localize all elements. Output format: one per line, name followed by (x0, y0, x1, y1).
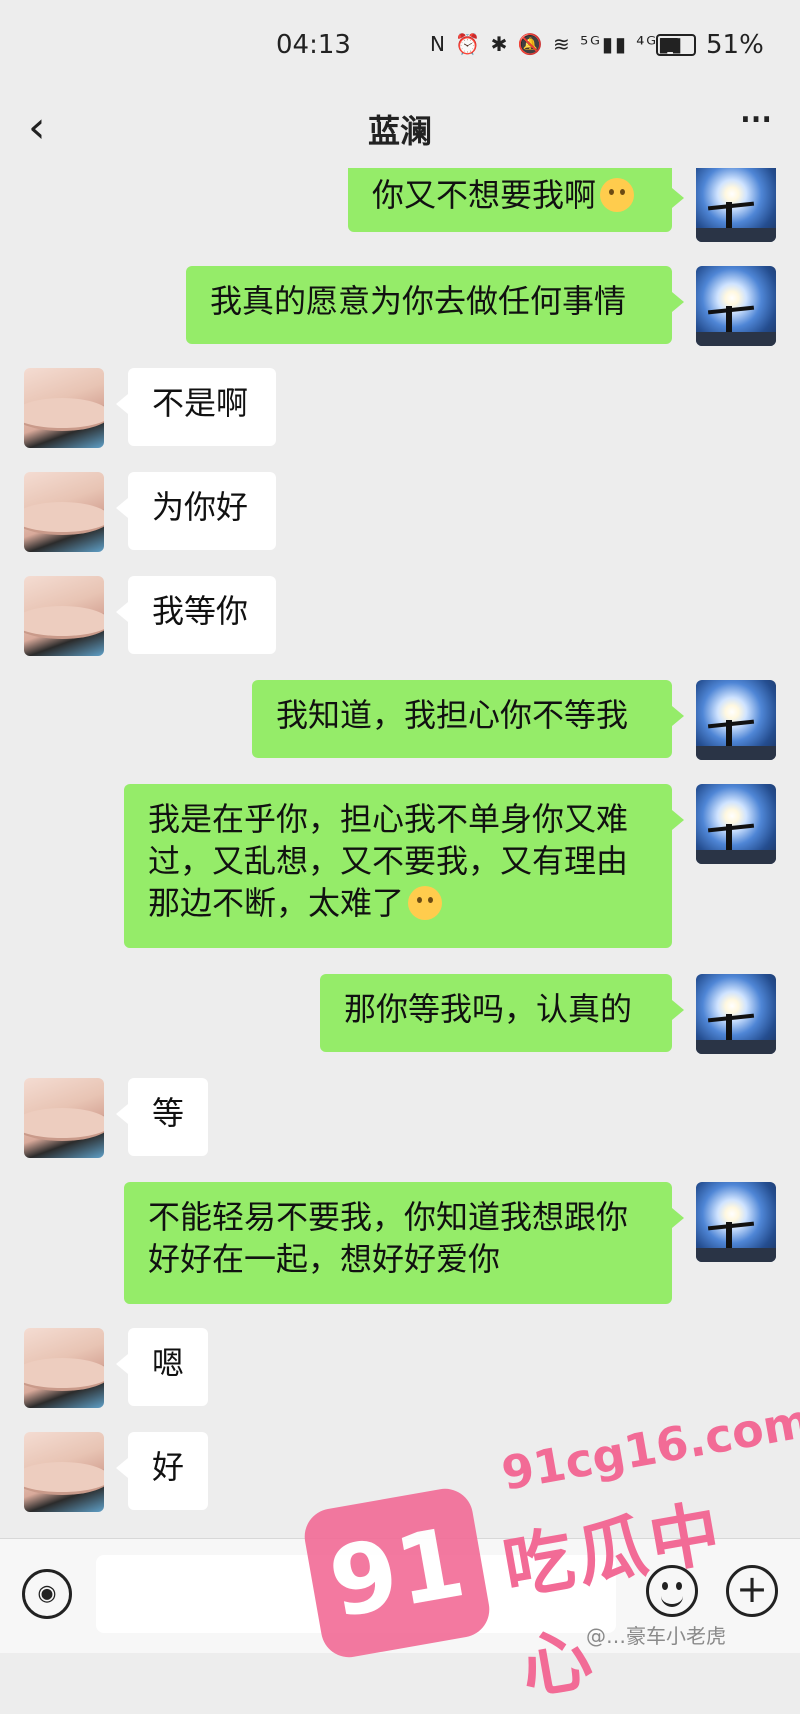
message-row: 为你好 (0, 472, 800, 562)
emoji-icon (408, 886, 443, 920)
message-bubble[interactable]: 不能轻易不要我，你知道我想跟你好好在一起，想好好爱你 (124, 1182, 672, 1304)
message-bubble[interactable]: 我真的愿意为你去做任何事情 (186, 266, 672, 344)
status-time: 04:13 (276, 30, 351, 60)
message-row: 我真的愿意为你去做任何事情 (0, 266, 800, 356)
avatar[interactable] (696, 680, 776, 760)
message-row: 你又不想要我啊 (0, 168, 800, 258)
avatar[interactable] (696, 1182, 776, 1262)
message-bubble[interactable]: 我知道，我担心你不等我 (252, 680, 672, 758)
emoji-icon (600, 178, 635, 212)
message-bubble[interactable]: 我等你 (128, 576, 276, 654)
message-bubble[interactable]: 等 (128, 1078, 208, 1156)
message-bubble[interactable]: 你又不想要我啊 (348, 168, 672, 232)
battery-percent: 51% (706, 30, 764, 60)
message-row: 等 (0, 1078, 800, 1168)
avatar[interactable] (696, 168, 776, 242)
more-ellipsis-icon[interactable]: ··· (738, 92, 774, 146)
message-list[interactable]: 你又不想要我啊 我真的愿意为你去做任何事情 不是啊 为你好 我等你 我知道，我担… (0, 168, 800, 1538)
message-row: 嗯 (0, 1328, 800, 1418)
avatar[interactable] (696, 974, 776, 1054)
message-row: 我知道，我担心你不等我 (0, 680, 800, 770)
status-bar: 04:13 N ⏰ ✱ 🔕 ≋ ⁵ᴳ▮▮ ⁴ᴳ▮▮ 51% (0, 0, 800, 90)
message-row: 我等你 (0, 576, 800, 666)
chat-title: 蓝澜 (367, 112, 432, 150)
avatar[interactable] (696, 266, 776, 346)
message-bubble[interactable]: 好 (128, 1432, 208, 1510)
voice-icon[interactable]: ◉ (22, 1569, 72, 1619)
message-bubble[interactable]: 不是啊 (128, 368, 276, 446)
message-row: 那你等我吗，认真的 (0, 974, 800, 1064)
message-bubble[interactable]: 嗯 (128, 1328, 208, 1406)
avatar[interactable] (24, 368, 104, 448)
battery-icon (656, 34, 696, 56)
watermark-credit: @…豪车小老虎 (586, 1624, 726, 1648)
avatar[interactable] (24, 472, 104, 552)
avatar[interactable] (24, 1432, 104, 1512)
message-bubble[interactable]: 我是在乎你，担心我不单身你又难过，又乱想，又不要我，又有理由那边不断，太难了 (124, 784, 672, 948)
status-icons: N ⏰ ✱ 🔕 ≋ ⁵ᴳ▮▮ ⁴ᴳ▮▮ (430, 32, 684, 56)
avatar[interactable] (696, 784, 776, 864)
watermark-badge: 91 (300, 1484, 494, 1662)
avatar[interactable] (24, 1328, 104, 1408)
message-row: 不是啊 (0, 368, 800, 458)
message-bubble[interactable]: 那你等我吗，认真的 (320, 974, 672, 1052)
message-row: 我是在乎你，担心我不单身你又难过，又乱想，又不要我，又有理由那边不断，太难了 (0, 784, 800, 954)
chat-header: ‹ 蓝澜 ··· (0, 90, 800, 170)
avatar[interactable] (24, 576, 104, 656)
message-bubble[interactable]: 为你好 (128, 472, 276, 550)
avatar[interactable] (24, 1078, 104, 1158)
message-row: 不能轻易不要我，你知道我想跟你好好在一起，想好好爱你 (0, 1182, 800, 1312)
